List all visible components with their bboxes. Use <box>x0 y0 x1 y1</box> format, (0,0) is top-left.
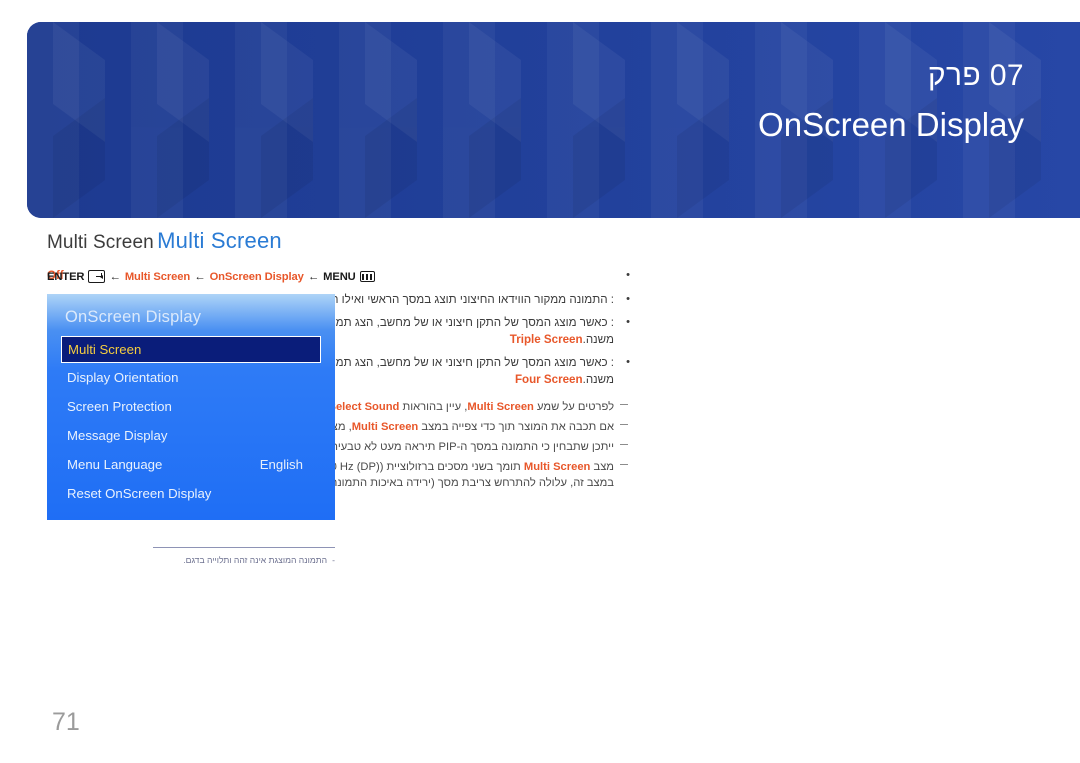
breadcrumb-enter-label: ENTER <box>47 270 85 283</box>
osd-item-label: Multi Screen <box>68 342 142 357</box>
osd-item-label: Display Orientation <box>67 370 179 385</box>
osd-item-label: Menu Language <box>67 457 163 472</box>
note-text-a: לפרטים על שמע <box>533 401 614 413</box>
enter-key-icon <box>88 270 106 283</box>
osd-item-label: Reset OnScreen Display <box>67 486 212 501</box>
note-emphasis-a: Multi Screen <box>523 461 591 473</box>
note-emphasis-a: Multi Screen <box>467 401 534 413</box>
chapter-banner: 07 פרק OnScreen Display <box>27 22 1080 218</box>
osd-menu-panel: OnScreen Display Multi Screen Display Or… <box>47 294 335 520</box>
chapter-title: OnScreen Display <box>758 106 1024 143</box>
osd-menu-item-screen-protection[interactable]: Screen Protection <box>61 392 321 421</box>
footnote-dash: - <box>332 555 335 565</box>
osd-illustration-column: Multi Screen ENTER ← Multi Screen ← OnSc… <box>47 228 392 566</box>
breadcrumb-item-multi-screen[interactable]: Multi Screen <box>125 271 190 283</box>
osd-menu-item-message-display[interactable]: Message Display <box>61 421 321 450</box>
osd-section-heading: Multi Screen <box>157 228 282 253</box>
osd-item-label: Message Display <box>67 428 168 443</box>
osd-footnote-block: -התמונה המוצגת אינה זהה ותלוייה בדגם. <box>47 547 335 566</box>
note-text-a: אם תכבה את המוצר תוך כדי צפייה במצב <box>418 421 614 433</box>
option-name: Triple Screen <box>509 332 583 346</box>
osd-item-label: Screen Protection <box>67 399 172 414</box>
breadcrumb-item-onscreen-display[interactable]: OnScreen Display <box>210 271 304 283</box>
breadcrumb: ENTER ← Multi Screen ← OnScreen Display … <box>47 270 392 283</box>
breadcrumb-menu-label: MENU <box>323 270 356 283</box>
osd-menu-item-multi-screen[interactable]: Multi Screen <box>61 336 321 363</box>
arrow-left-icon: ← <box>109 270 121 283</box>
osd-menu-list: Multi Screen Display Orientation Screen … <box>47 336 335 508</box>
menu-key-icon <box>359 271 375 282</box>
option-name: Four Screen <box>514 372 583 386</box>
arrow-left-icon: ← <box>307 270 320 283</box>
note-text-b: , עיין בהוראות <box>399 401 468 413</box>
banner-text-block: 07 פרק OnScreen Display <box>758 56 1024 148</box>
note-text-a: מצב <box>590 461 615 473</box>
osd-menu-title: OnScreen Display <box>65 308 202 326</box>
osd-menu-item-reset-onscreen-display[interactable]: Reset OnScreen Display <box>61 479 321 508</box>
osd-menu-item-menu-language[interactable]: Menu Language English <box>61 450 321 479</box>
page-number: 71 <box>52 708 80 736</box>
osd-menu-item-display-orientation[interactable]: Display Orientation <box>61 363 321 392</box>
footnote-divider <box>153 547 335 548</box>
page-content: Multi Screen Off : התמונה ממקור הווידאו … <box>0 218 1080 678</box>
footnote-text: התמונה המוצגת אינה זהה ותלוייה בדגם. <box>183 555 328 565</box>
chapter-number-label: 07 פרק <box>927 59 1024 92</box>
arrow-left-icon: ← <box>194 270 206 283</box>
osd-footnote: -התמונה המוצגת אינה זהה ותלוייה בדגם. <box>47 554 335 566</box>
osd-item-value: English <box>259 457 303 472</box>
